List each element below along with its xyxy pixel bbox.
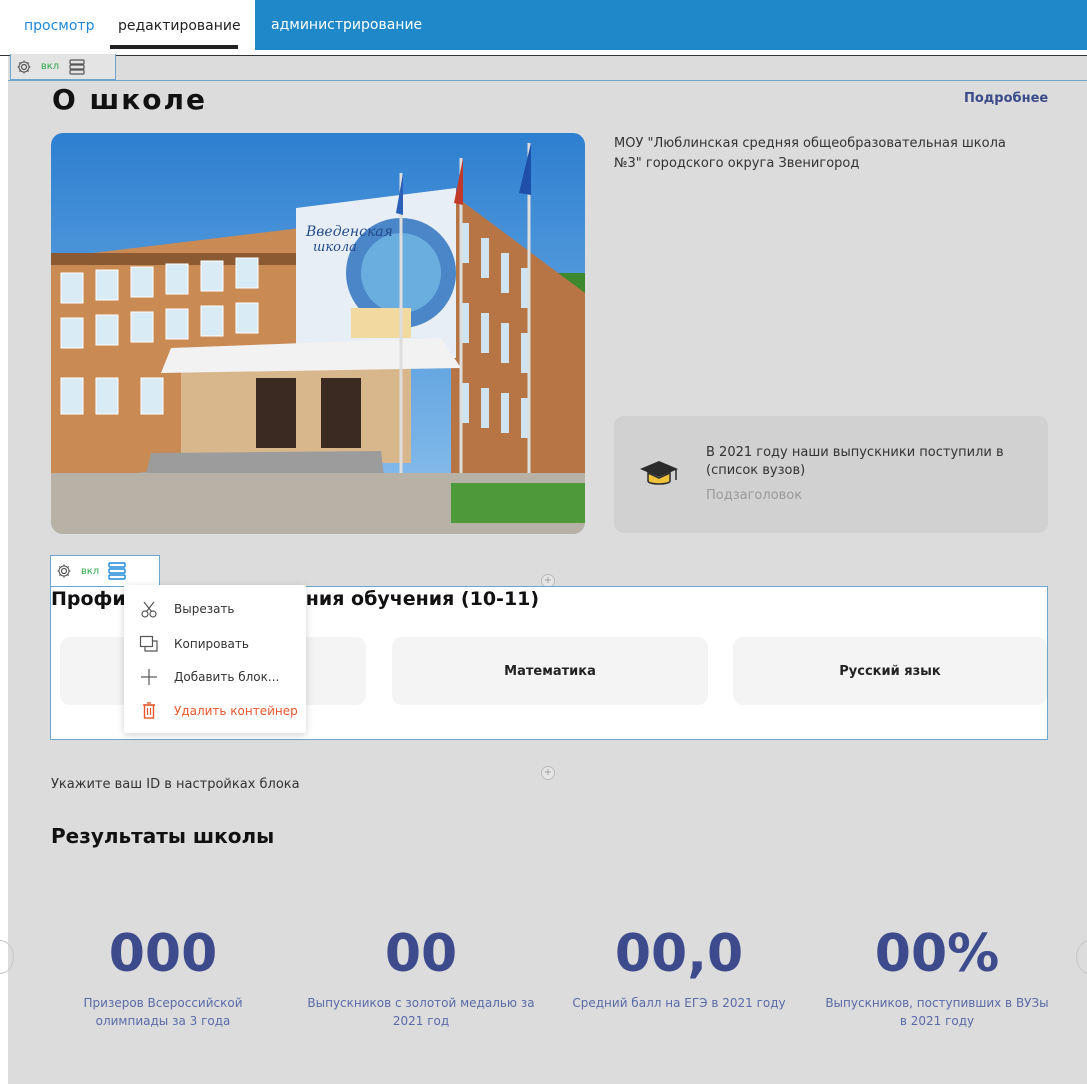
gear-icon[interactable] [11, 54, 37, 80]
school-description: МОУ "Люблинская средняя общеобразователь… [614, 136, 1006, 171]
stat-label: Выпускников, поступивших в ВУЗы в 2021 г… [825, 996, 1049, 1028]
stat-value: 00,0 [614, 924, 744, 984]
menu-item-add-block[interactable]: Добавить блок... [124, 661, 306, 693]
stat-value: 00 [384, 924, 458, 984]
gear-icon[interactable] [51, 558, 77, 584]
stat-value: 00% [874, 924, 1000, 984]
menu-item-label: Удалить контейнер [174, 704, 298, 718]
layers-icon[interactable] [63, 54, 91, 80]
subject-card-label: Русский язык [839, 663, 941, 679]
tab-view[interactable]: просмотр [24, 0, 94, 52]
stat-item: 000 Призеров Всероссийской олимпиады за … [48, 924, 278, 1030]
stat-item: 00,0 Средний балл на ЕГЭ в 2021 году [564, 924, 794, 1012]
copy-icon [124, 635, 174, 653]
stat-item: 00% Выпускников, поступивших в ВУЗы в 20… [822, 924, 1052, 1030]
school-photo: Введенская школа [51, 133, 585, 534]
subject-card[interactable]: Русский язык [733, 637, 1047, 705]
plus-icon [124, 668, 174, 686]
page-title: О школе [52, 83, 208, 116]
universities-card[interactable]: В 2021 году наши выпускники поступили в … [614, 416, 1048, 533]
menu-item-delete-container[interactable]: Удалить контейнер [124, 695, 306, 727]
container-outline [8, 80, 1087, 81]
stat-label: Призеров Всероссийской олимпиады за 3 го… [83, 996, 243, 1028]
graduation-cap-icon [638, 458, 680, 494]
tab-admin-label: администрирование [271, 17, 423, 33]
photo-sign-text: Введенская [305, 224, 393, 240]
subject-card-label: Математика [504, 663, 596, 679]
container-toolbar: вкл [50, 555, 160, 586]
universities-card-subtitle: Подзаголовок [706, 488, 803, 503]
menu-item-copy[interactable]: Копировать [124, 628, 306, 660]
svg-text:школа: школа [313, 240, 357, 255]
subject-card[interactable]: Математика [392, 637, 708, 705]
more-link[interactable]: Подробнее [964, 91, 1048, 106]
id-hint: Укажите ваш ID в настройках блока [51, 777, 300, 792]
toggle-on-label[interactable]: вкл [77, 566, 103, 577]
trash-icon [124, 702, 174, 720]
stat-label: Выпускников с золотой медалью за 2021 го… [307, 996, 535, 1028]
universities-card-title: В 2021 году наши выпускники поступили в … [706, 445, 1004, 478]
stat-value: 000 [108, 924, 218, 984]
stat-label: Средний балл на ЕГЭ в 2021 году [572, 996, 786, 1010]
active-tab-indicator [110, 45, 238, 49]
layers-icon[interactable] [103, 558, 131, 584]
menu-item-label: Добавить блок... [174, 670, 280, 684]
menu-item-label: Вырезать [174, 602, 235, 616]
tab-admin[interactable]: администрирование [255, 0, 1087, 50]
results-title: Результаты школы [51, 824, 275, 848]
container-toolbar: вкл [10, 54, 116, 80]
add-block-icon[interactable]: + [541, 766, 555, 780]
toggle-on-label[interactable]: вкл [37, 61, 63, 72]
stat-item: 00 Выпускников с золотой медалью за 2021… [306, 924, 536, 1030]
menu-item-cut[interactable]: Вырезать [124, 593, 306, 625]
scissors-icon [124, 600, 174, 618]
menu-item-label: Копировать [174, 637, 249, 651]
mode-tabs-bar: просмотр редактирование администрировани… [0, 0, 1087, 56]
context-menu: Вырезать Копировать Добавить блок... Уда… [124, 585, 306, 733]
